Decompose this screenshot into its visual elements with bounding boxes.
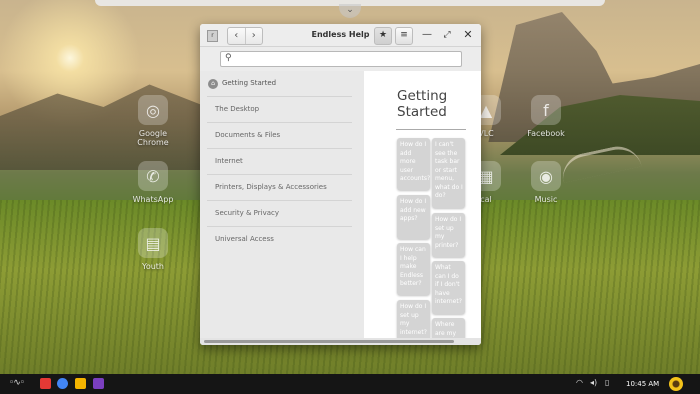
article-card[interactable]: How can I help make Endless better? — [397, 243, 430, 295]
help-content: ⌂ Getting Started The Desktop Documents … — [200, 71, 481, 338]
taskbar-help-icon[interactable] — [93, 378, 104, 389]
window-titlebar[interactable]: r ‹ › Endless Help ★ ≡ — ⤢ ✕ — [200, 24, 481, 47]
forward-button[interactable]: › — [244, 28, 263, 44]
navigation-buttons: ‹ › — [227, 27, 263, 45]
article-card[interactable]: How do I add new apps? — [397, 195, 430, 239]
battery-icon[interactable]: ▯ — [605, 378, 609, 387]
home-icon: ⌂ — [208, 78, 218, 89]
sidebar-item-security-privacy[interactable]: Security & Privacy — [207, 201, 352, 227]
sidebar-item-internet[interactable]: Internet — [207, 149, 352, 175]
desktop-icon-label: Music — [534, 195, 558, 204]
taskbar-app-grid-icon[interactable] — [40, 378, 51, 389]
search-icon: ⚲ — [225, 53, 232, 63]
whatsapp-icon: ✆ — [138, 161, 168, 191]
title-divider — [396, 129, 466, 130]
volume-icon[interactable]: ◂) — [590, 378, 597, 387]
sidebar-item-the-desktop[interactable]: The Desktop — [207, 97, 352, 123]
wifi-icon[interactable]: ◠ — [576, 378, 583, 387]
desktop-icon-label: Google Chrome — [137, 129, 169, 147]
app-icon: r — [207, 30, 218, 42]
article-card[interactable]: Where are my — [432, 318, 465, 338]
bookmark-button[interactable]: ★ — [374, 27, 392, 45]
article-card[interactable]: What can I do if I don't have internet? — [432, 261, 465, 314]
desktop-icon-label: Facebook — [527, 129, 565, 138]
sidebar: ⌂ Getting Started The Desktop Documents … — [200, 71, 364, 338]
sidebar-item-label: Getting Started — [222, 79, 277, 87]
desktop-icon-whatsapp[interactable]: ✆ WhatsApp — [123, 161, 183, 204]
close-button[interactable]: ✕ — [461, 28, 475, 42]
clock[interactable]: 10:45 AM — [626, 374, 659, 394]
maximize-button[interactable]: ⤢ — [440, 28, 454, 42]
article-card[interactable]: How do I set up my internet? — [397, 300, 430, 338]
sidebar-item-getting-started[interactable]: ⌂ Getting Started — [207, 71, 352, 97]
taskbar-files-icon[interactable] — [75, 378, 86, 389]
search-box[interactable]: ⚲ — [220, 51, 462, 67]
music-icon: ◉ — [531, 161, 561, 191]
desktop-icon-facebook[interactable]: f Facebook — [516, 95, 576, 138]
minimize-button[interactable]: — — [420, 28, 434, 42]
search-input[interactable] — [237, 52, 457, 66]
wallpaper-mountain-left — [0, 84, 230, 170]
endless-logo-icon[interactable]: ◦∿◦ — [9, 378, 25, 388]
sidebar-item-universal-access[interactable]: Universal Access — [207, 227, 352, 252]
page-title: Getting Started — [397, 88, 448, 120]
desktop-icon-youth[interactable]: ▤ Youth — [123, 228, 183, 271]
scrollbar-thumb[interactable] — [204, 340, 454, 343]
user-menu-icon[interactable] — [669, 377, 683, 391]
sidebar-item-documents-files[interactable]: Documents & Files — [207, 123, 352, 149]
taskbar-chrome-icon[interactable] — [57, 378, 68, 389]
article-card[interactable]: I can't see the task bar or start menu, … — [432, 138, 465, 208]
facebook-icon: f — [531, 95, 561, 125]
horizontal-scrollbar[interactable] — [200, 338, 481, 345]
taskbar: ◦∿◦ ◠ ◂) ▯ 10:45 AM — [0, 374, 700, 394]
window-title: Endless Help — [311, 30, 370, 39]
search-bar: ⚲ — [200, 47, 481, 72]
desktop-icon-music[interactable]: ◉ Music — [516, 161, 576, 204]
desktop-icon-label: Youth — [142, 262, 164, 271]
sidebar-item-printers-displays[interactable]: Printers, Displays & Accessories — [207, 175, 352, 201]
main-panel: Getting Started How do I add more user a… — [364, 71, 481, 338]
article-card[interactable]: How do I set up my printer? — [432, 213, 465, 257]
back-button[interactable]: ‹ — [228, 28, 245, 44]
chrome-icon: ◎ — [138, 95, 168, 125]
youth-icon: ▤ — [138, 228, 168, 258]
menu-button[interactable]: ≡ — [395, 27, 413, 45]
help-window: r ‹ › Endless Help ★ ≡ — ⤢ ✕ ⚲ ⌂ Getting… — [200, 24, 481, 345]
desktop-icon-label: WhatsApp — [132, 195, 174, 204]
article-card[interactable]: How do I add more user accounts? — [397, 138, 430, 190]
desktop-icon-google-chrome[interactable]: ◎ Google Chrome — [123, 95, 183, 147]
